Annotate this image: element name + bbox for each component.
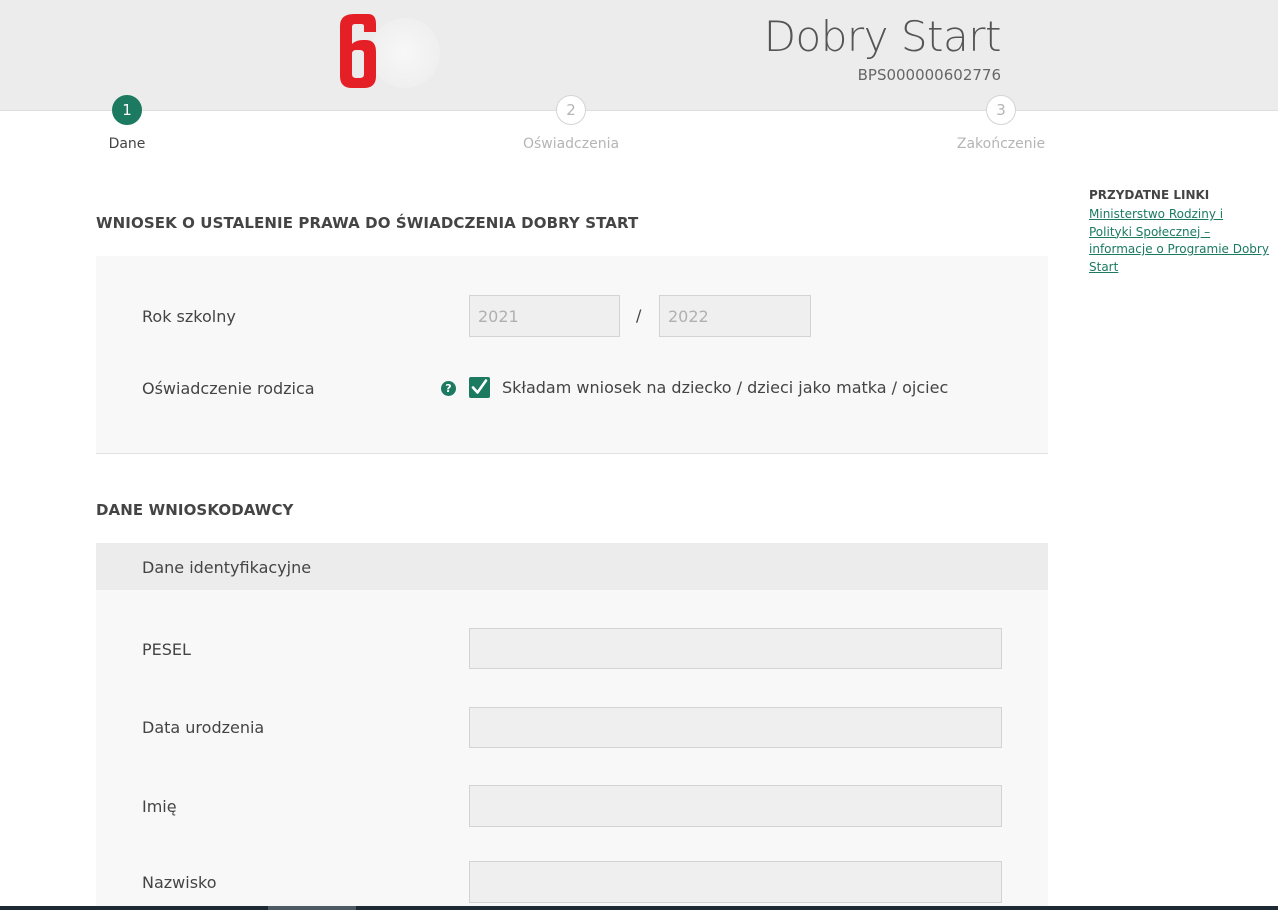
logo-glow (370, 18, 440, 88)
application-number: BPS000000602776 (857, 66, 1001, 84)
help-icon[interactable]: ? (441, 381, 456, 396)
app-title: Dobry Start (763, 12, 1002, 61)
brand-logo[interactable] (334, 10, 380, 90)
taskbar-edge (0, 906, 1278, 910)
step-number: 3 (986, 95, 1016, 125)
step-label: Oświadczenia (522, 136, 620, 152)
useful-links-title: PRZYDATNE LINKI (1089, 188, 1210, 202)
parent-declaration-checkbox[interactable] (469, 377, 490, 398)
school-year-to-input[interactable]: 2022 (659, 295, 811, 337)
applicant-section-title: DANE WNIOSKODAWCY (96, 501, 294, 519)
birth-date-input[interactable] (469, 707, 1002, 748)
pesel-input[interactable] (469, 628, 1002, 669)
school-year-panel (96, 256, 1048, 453)
section-divider (96, 453, 1048, 454)
step-number: 2 (556, 95, 586, 125)
taskbar-active-item[interactable] (268, 906, 356, 910)
step-label: Zakończenie (956, 136, 1046, 152)
school-year-from-input[interactable]: 2021 (469, 295, 620, 337)
parent-declaration-label: Oświadczenie rodzica (142, 379, 315, 398)
school-year-label: Rok szkolny (142, 307, 236, 326)
birth-date-label: Data urodzenia (142, 718, 265, 737)
school-year-separator: / (636, 306, 642, 325)
step-oswiadczenia[interactable]: 2 Oświadczenia (521, 95, 621, 152)
ministry-info-link[interactable]: Ministerstwo Rodziny i Polityki Społeczn… (1089, 206, 1269, 276)
step-number: 1 (112, 95, 142, 125)
step-zakonczenie[interactable]: 3 Zakończenie (951, 95, 1051, 152)
form-section-title: WNIOSEK O USTALENIE PRAWA DO ŚWIADCZENIA… (96, 214, 639, 232)
first-name-label: Imię (142, 797, 177, 816)
step-dane[interactable]: 1 Dane (97, 95, 157, 152)
step-label: Dane (108, 136, 146, 152)
last-name-label: Nazwisko (142, 873, 217, 892)
parent-declaration-checkbox-label[interactable]: Składam wniosek na dziecko / dzieci jako… (502, 378, 948, 397)
pesel-label: PESEL (142, 640, 191, 659)
first-name-input[interactable] (469, 785, 1002, 827)
app-header: Dobry Start BPS000000602776 (0, 0, 1278, 111)
identification-subheader-label: Dane identyfikacyjne (142, 558, 312, 577)
checkmark-icon (471, 379, 488, 394)
last-name-input[interactable] (469, 861, 1002, 903)
